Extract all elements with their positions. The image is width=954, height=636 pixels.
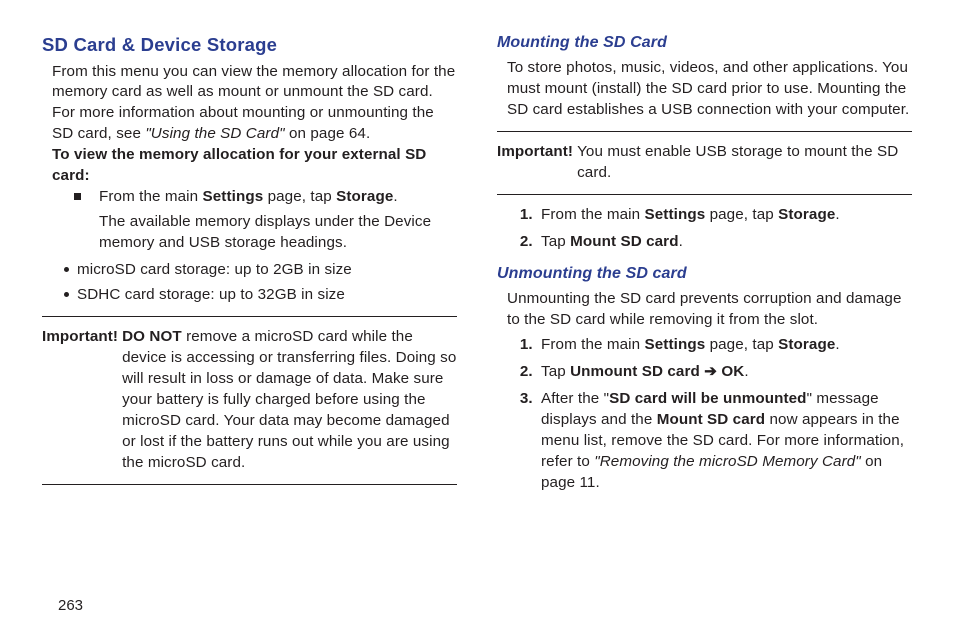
important-note: Important! DO NOT remove a microSD card … [42,327,457,474]
text-run: remove a microSD card while the device i… [122,328,456,471]
divider [497,194,912,195]
divider [42,484,457,485]
important-text: DO NOT remove a microSD card while the d… [122,327,457,474]
text-run: . [744,363,748,380]
text-run: . [835,336,839,353]
ui-term: Storage [778,336,835,353]
list-item: microSD card storage: up to 2GB in size [64,260,457,281]
section-heading-storage: SD Card & Device Storage [42,32,457,58]
list-item-label: microSD card storage: up to 2GB in size [77,260,352,281]
list-item: Tap Unmount SD card ➔ OK. [537,362,912,383]
ui-term: Settings [645,206,706,223]
important-label: Important! [497,142,573,184]
right-column: Mounting the SD Card To store photos, mu… [497,32,912,636]
divider [497,131,912,132]
ui-term: Settings [203,188,264,205]
list-item: After the "SD card will be unmounted" me… [537,389,912,494]
ordered-steps-mount: From the main Settings page, tap Storage… [497,205,912,253]
paragraph: Unmounting the SD card prevents corrupti… [507,289,912,331]
text-run: . [679,233,683,250]
emphasis: DO NOT [122,328,182,345]
page-number: 263 [58,597,83,614]
list-item: From the main Settings page, tap Storage… [74,187,457,254]
text-run: on page 64. [285,125,371,142]
paragraph: For more information about mounting or u… [52,103,457,145]
ui-term: Unmount SD card [570,363,700,380]
ui-term: Mount SD card [657,411,765,428]
text-run: From the main [99,188,203,205]
bullet-icon [64,267,69,272]
list-item: From the main Settings page, tap Storage… [537,205,912,226]
manual-page: SD Card & Device Storage From this menu … [0,0,954,636]
left-column: SD Card & Device Storage From this menu … [42,32,457,636]
text-run: After the " [541,390,609,407]
cross-ref: "Removing the microSD Memory Card" [594,453,861,470]
list-item-body: From the main Settings page, tap Storage… [99,187,457,254]
ui-term: Storage [778,206,835,223]
arrow-icon: ➔ [700,363,721,380]
text-run: From the main [541,206,645,223]
square-bullet-icon [74,193,81,200]
ui-term: SD card will be unmounted [609,390,806,407]
text-run: page, tap [705,336,778,353]
subheading-mounting: Mounting the SD Card [497,32,912,54]
list-item: SDHC card storage: up to 32GB in size [64,285,457,306]
instruction-heading: To view the memory allocation for your e… [52,145,457,187]
list-item: From the main Settings page, tap Storage… [537,335,912,356]
paragraph: From this menu you can view the memory a… [52,62,457,104]
ui-term: Settings [645,336,706,353]
text-run: The available memory displays under the … [99,213,431,251]
text-run: page, tap [263,188,336,205]
text-run: From the main [541,336,645,353]
important-text: You must enable USB storage to mount the… [577,142,912,184]
text-run: . [393,188,397,205]
list-item: Tap Mount SD card. [537,232,912,253]
important-note: Important! You must enable USB storage t… [497,142,912,184]
divider [42,316,457,317]
text-run: page, tap [705,206,778,223]
ui-term: OK [721,363,744,380]
paragraph: To store photos, music, videos, and othe… [507,58,912,121]
text-run: Tap [541,233,570,250]
bullet-icon [64,292,69,297]
text-run: . [835,206,839,223]
ordered-steps-unmount: From the main Settings page, tap Storage… [497,335,912,494]
list-item-label: SDHC card storage: up to 32GB in size [77,285,345,306]
subheading-unmounting: Unmounting the SD card [497,263,912,285]
text-run: Tap [541,363,570,380]
important-label: Important! [42,327,118,474]
ui-term: Storage [336,188,393,205]
cross-ref: "Using the SD Card" [145,125,284,142]
ui-term: Mount SD card [570,233,678,250]
